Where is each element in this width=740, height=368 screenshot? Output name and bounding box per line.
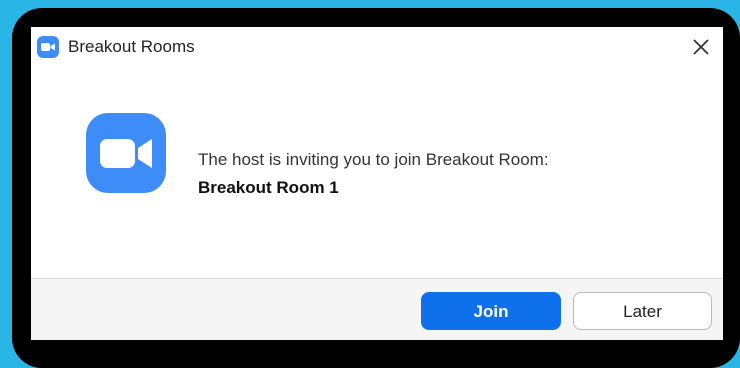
window-title: Breakout Rooms <box>68 37 195 56</box>
join-button[interactable]: Join <box>421 292 561 330</box>
close-button[interactable] <box>687 33 715 61</box>
close-icon[interactable] <box>687 33 715 61</box>
later-button[interactable]: Later <box>573 292 712 330</box>
zoom-app-icon <box>37 36 59 58</box>
zoom-camera-icon <box>86 113 166 193</box>
breakout-rooms-dialog: Breakout Rooms The host is inviting you … <box>31 27 723 340</box>
title-bar: Breakout Rooms <box>31 27 723 67</box>
dialog-footer: Join Later <box>31 278 723 340</box>
invite-message: The host is inviting you to join Breakou… <box>198 150 549 169</box>
room-name: Breakout Room 1 <box>198 178 339 197</box>
